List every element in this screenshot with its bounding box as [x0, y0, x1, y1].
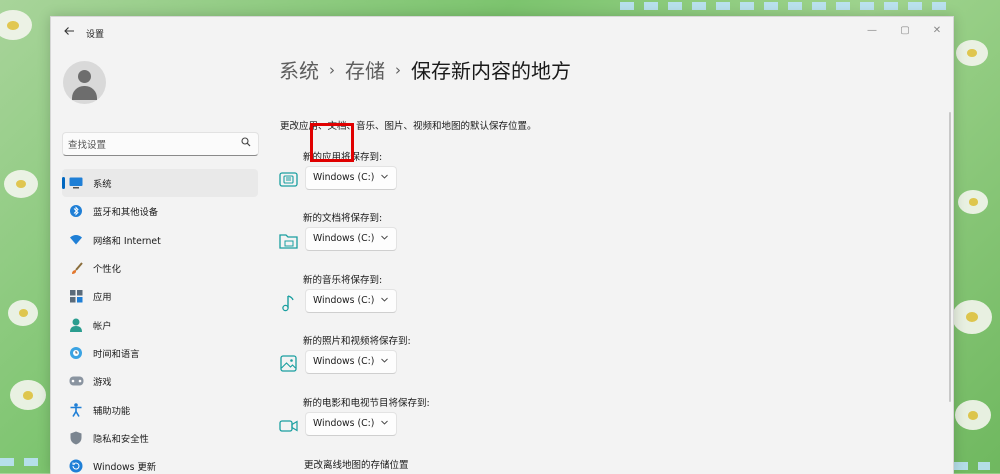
setting-label: 新的文档将保存到: — [303, 213, 383, 224]
sidebar-item-gaming[interactable]: 游戏 — [62, 367, 258, 395]
sidebar-item-accounts[interactable]: 帐户 — [62, 310, 258, 338]
paintbrush-icon — [68, 260, 84, 276]
sidebar-item-label: 游戏 — [93, 377, 112, 389]
picture-icon — [280, 355, 297, 372]
breadcrumb-system[interactable]: 系统 — [279, 55, 319, 84]
close-button[interactable]: ✕ — [926, 22, 948, 40]
accessibility-icon — [68, 402, 84, 418]
wifi-icon — [68, 232, 84, 248]
music-note-icon — [282, 295, 294, 312]
search-field[interactable] — [62, 132, 259, 156]
sidebar-item-label: 网络和 Internet — [93, 235, 161, 247]
setting-label: 新的照片和视频将保存到: — [303, 336, 411, 347]
sidebar-item-system[interactable]: 系统 — [62, 169, 258, 198]
music-location-dropdown[interactable]: Windows (C:) — [305, 289, 397, 313]
minimize-button[interactable]: — — [861, 22, 883, 40]
breadcrumb-storage[interactable]: 存储 — [345, 55, 385, 84]
shield-icon — [68, 430, 84, 446]
setting-new-music: 新的音乐将保存到: Windows (C:) — [279, 272, 679, 322]
arrow-left-icon — [64, 27, 74, 35]
documents-location-dropdown[interactable]: Windows (C:) — [305, 227, 397, 251]
setting-label: 新的电影和电视节目将保存到: — [303, 398, 430, 409]
chevron-down-icon — [381, 297, 388, 302]
dropdown-value: Windows (C:) — [313, 418, 375, 429]
apps-icon — [68, 288, 84, 304]
sidebar-item-apps[interactable]: 应用 — [62, 282, 258, 310]
chevron-down-icon — [381, 420, 388, 425]
chevron-down-icon — [381, 235, 388, 240]
person-icon — [68, 317, 84, 333]
sidebar-item-label: 隐私和安全性 — [93, 433, 149, 445]
globe-clock-icon — [68, 345, 84, 361]
dropdown-value: Windows (C:) — [313, 233, 375, 244]
photos-location-dropdown[interactable]: Windows (C:) — [305, 350, 397, 374]
dropdown-value: Windows (C:) — [313, 356, 375, 367]
sidebar-item-label: 蓝牙和其他设备 — [93, 207, 159, 219]
breadcrumb-separator: › — [329, 60, 335, 79]
nav-list: 系统 蓝牙和其他设备 网络和 Internet 个性化 应用 帐户 时间和语言 … — [62, 169, 258, 474]
apps-location-dropdown[interactable]: Windows (C:) — [305, 166, 397, 190]
breadcrumb: 系统 › 存储 › 保存新内容的地方 — [279, 55, 571, 84]
dropdown-value: Windows (C:) — [313, 295, 375, 306]
settings-window: 设置 — ▢ ✕ 系统 蓝牙和其他设备 — [50, 16, 954, 474]
sidebar-item-label: 辅助功能 — [93, 405, 131, 417]
video-camera-icon — [279, 420, 298, 432]
search-icon — [241, 137, 251, 147]
scrollbar[interactable] — [949, 112, 951, 402]
sidebar-item-label: 帐户 — [93, 320, 112, 332]
sidebar-item-time-language[interactable]: 时间和语言 — [62, 339, 258, 367]
search-input[interactable] — [63, 135, 228, 156]
back-button[interactable] — [61, 25, 77, 41]
chevron-down-icon — [381, 358, 388, 363]
window-title: 设置 — [86, 30, 105, 40]
dropdown-value: Windows (C:) — [313, 172, 375, 183]
annotation-highlight-box — [310, 123, 354, 162]
sidebar-item-network[interactable]: 网络和 Internet — [62, 226, 258, 254]
sidebar-item-label: Windows 更新 — [93, 462, 157, 474]
sidebar-item-accessibility[interactable]: 辅助功能 — [62, 395, 258, 423]
sidebar-item-label: 时间和语言 — [93, 348, 140, 360]
update-icon — [68, 458, 84, 474]
sidebar-item-label: 系统 — [93, 179, 112, 191]
folder-icon — [279, 234, 298, 249]
setting-label: 新的音乐将保存到: — [303, 275, 383, 286]
setting-new-movies-tv: 新的电影和电视节目将保存到: Windows (C:) — [279, 395, 679, 445]
breadcrumb-separator: › — [395, 60, 401, 79]
chevron-down-icon — [381, 174, 388, 179]
bluetooth-icon — [68, 203, 84, 219]
monitor-icon — [68, 175, 84, 191]
movies-location-dropdown[interactable]: Windows (C:) — [305, 412, 397, 436]
setting-new-photos-videos: 新的照片和视频将保存到: Windows (C:) — [279, 333, 679, 383]
sidebar: 系统 蓝牙和其他设备 网络和 Internet 个性化 — [51, 49, 273, 474]
maximize-button[interactable]: ▢ — [894, 22, 916, 40]
sidebar-item-privacy[interactable]: 隐私和安全性 — [62, 424, 258, 452]
page-title: 保存新内容的地方 — [411, 59, 571, 83]
sidebar-item-windows-update[interactable]: Windows 更新 — [62, 452, 258, 474]
offline-maps-link[interactable]: 更改离线地图的存储位置 — [304, 457, 409, 471]
setting-new-documents: 新的文档将保存到: Windows (C:) — [279, 210, 679, 260]
sidebar-item-personalization[interactable]: 个性化 — [62, 254, 258, 282]
app-storage-icon — [279, 172, 298, 187]
title-bar: 设置 — ▢ ✕ — [51, 17, 953, 49]
sidebar-item-label: 个性化 — [93, 264, 121, 276]
gamepad-icon — [68, 373, 84, 389]
avatar[interactable] — [63, 61, 106, 104]
main-content: 系统 › 存储 › 保存新内容的地方 更改应用、文档、音乐、图片、视频和地图的默… — [279, 49, 949, 474]
sidebar-item-bluetooth[interactable]: 蓝牙和其他设备 — [62, 197, 258, 225]
sidebar-item-label: 应用 — [93, 292, 112, 304]
